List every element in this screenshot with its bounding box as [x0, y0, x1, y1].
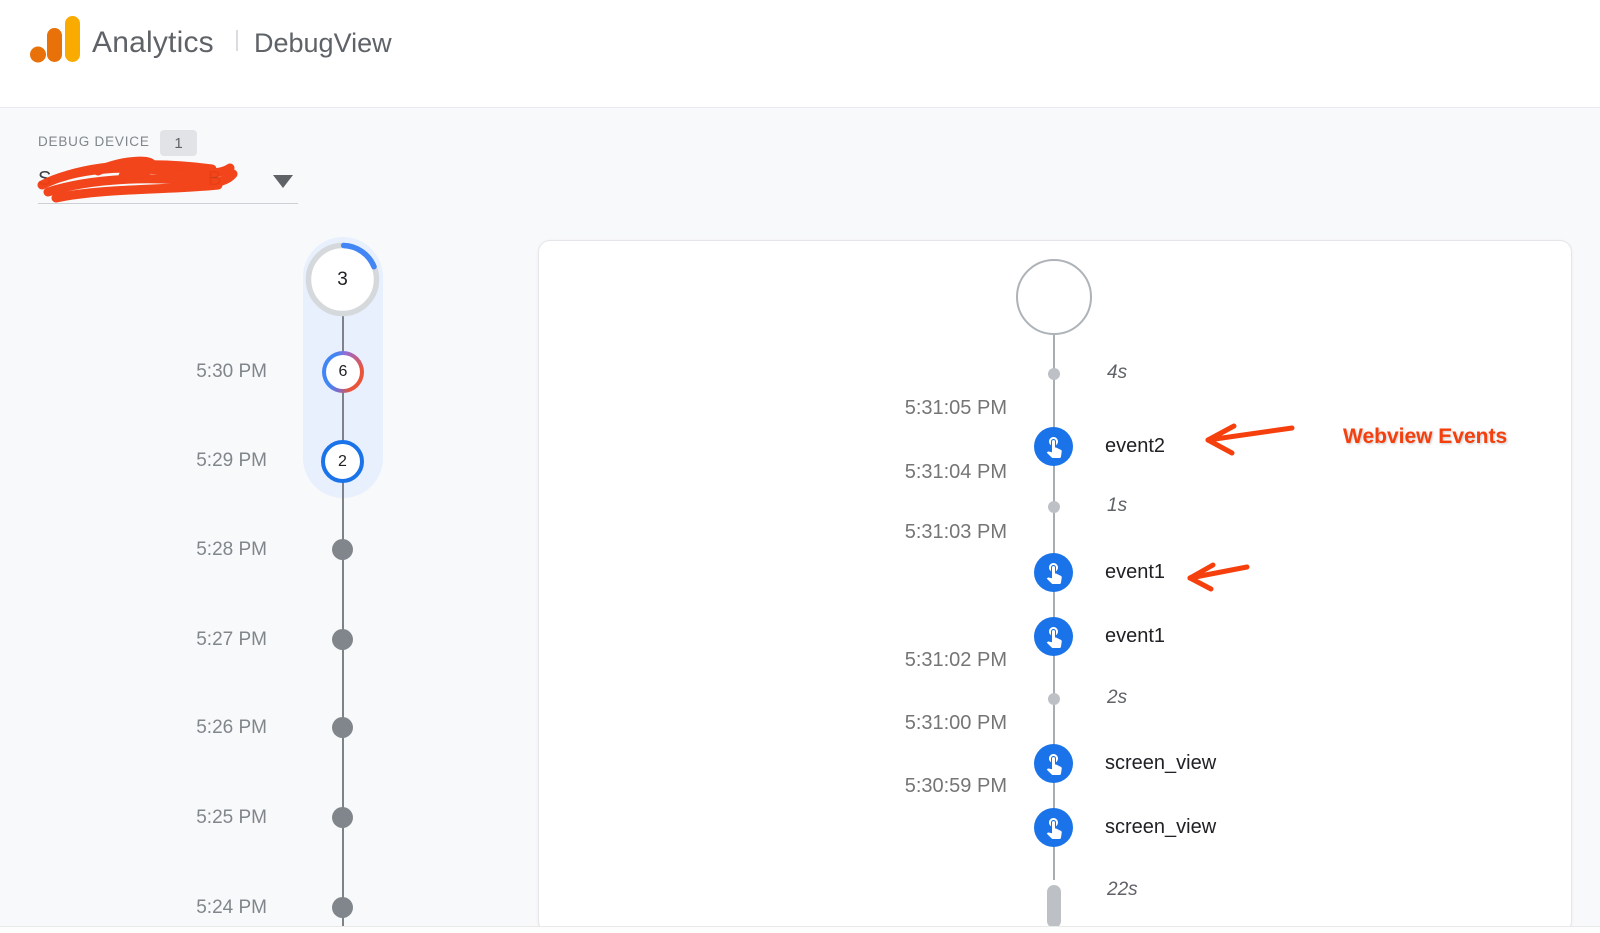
event-row[interactable]: screen_view [1034, 807, 1216, 847]
gap-duration: 4s [1107, 362, 1127, 384]
minute-dot[interactable] [332, 539, 353, 560]
event-timestamp: 5:31:03 PM [857, 521, 1007, 544]
app-name: Analytics [92, 26, 214, 60]
event-row[interactable]: screen_view [1034, 743, 1216, 783]
device-selector-underline [38, 203, 298, 204]
minute-label: 5:29 PM [147, 450, 267, 472]
gap-dot [1048, 501, 1060, 513]
minute-dot[interactable] [332, 717, 353, 738]
event-row[interactable]: event1 [1034, 552, 1165, 592]
minute-bubble[interactable]: 6 [322, 351, 364, 393]
event-name: event1 [1105, 561, 1165, 584]
page-title: DebugView [254, 28, 392, 59]
minute-label: 5:25 PM [147, 807, 267, 829]
event-row[interactable]: event1 [1034, 616, 1165, 656]
debug-device-label: DEBUG DEVICE [38, 134, 150, 149]
minute-label: 5:26 PM [147, 717, 267, 739]
analytics-logo-icon [29, 13, 81, 65]
event-name: screen_view [1105, 816, 1216, 839]
minute-label: 5:30 PM [147, 361, 267, 383]
touch-app-icon [1034, 617, 1073, 656]
event-timestamp: 5:30:59 PM [857, 775, 1007, 798]
minute-bubble-count: 2 [338, 453, 347, 471]
minute-dot[interactable] [332, 897, 353, 918]
minute-dot[interactable] [332, 807, 353, 828]
event-timestamp: 5:31:04 PM [857, 461, 1007, 484]
gap-dot [1048, 693, 1060, 705]
device-selector[interactable]: S B [30, 160, 300, 205]
event-timestamp: 5:31:02 PM [857, 649, 1007, 672]
gap-dot [1048, 368, 1060, 380]
minute-bubble-count: 6 [326, 355, 360, 389]
minute-dot[interactable] [332, 629, 353, 650]
touch-app-icon [1034, 808, 1073, 847]
minute-label: 5:27 PM [147, 629, 267, 651]
minute-bubble[interactable]: 2 [321, 440, 364, 483]
app-header: Analytics DebugView [0, 0, 1600, 108]
bottom-edge-strip [0, 926, 1600, 933]
header-separator [236, 30, 238, 51]
webview-events-annotation: Webview Events [1343, 425, 1507, 449]
event-name: event1 [1105, 625, 1165, 648]
event-timestamp: 5:31:05 PM [857, 397, 1007, 420]
gap-duration: 1s [1107, 495, 1127, 517]
device-name-prefix: S [38, 168, 51, 191]
seconds-current-circle [1016, 259, 1092, 335]
minute-label: 5:28 PM [147, 539, 267, 561]
dropdown-arrow-icon [273, 175, 293, 188]
gap-capsule [1047, 885, 1061, 928]
minute-bubble-current[interactable]: 3 [305, 242, 380, 322]
event-name: event2 [1105, 435, 1165, 458]
device-count-badge: 1 [160, 130, 197, 156]
touch-app-icon [1034, 744, 1073, 783]
touch-app-icon [1034, 553, 1073, 592]
touch-app-icon [1034, 427, 1073, 466]
minute-label: 5:24 PM [147, 897, 267, 919]
gap-duration: 22s [1107, 879, 1138, 901]
event-name: screen_view [1105, 752, 1216, 775]
device-name-suffix: B [208, 168, 221, 191]
gap-duration: 2s [1107, 687, 1127, 709]
event-timestamp: 5:31:00 PM [857, 712, 1007, 735]
minute-bubble-count: 3 [305, 242, 380, 317]
event-row[interactable]: event2 [1034, 426, 1165, 466]
